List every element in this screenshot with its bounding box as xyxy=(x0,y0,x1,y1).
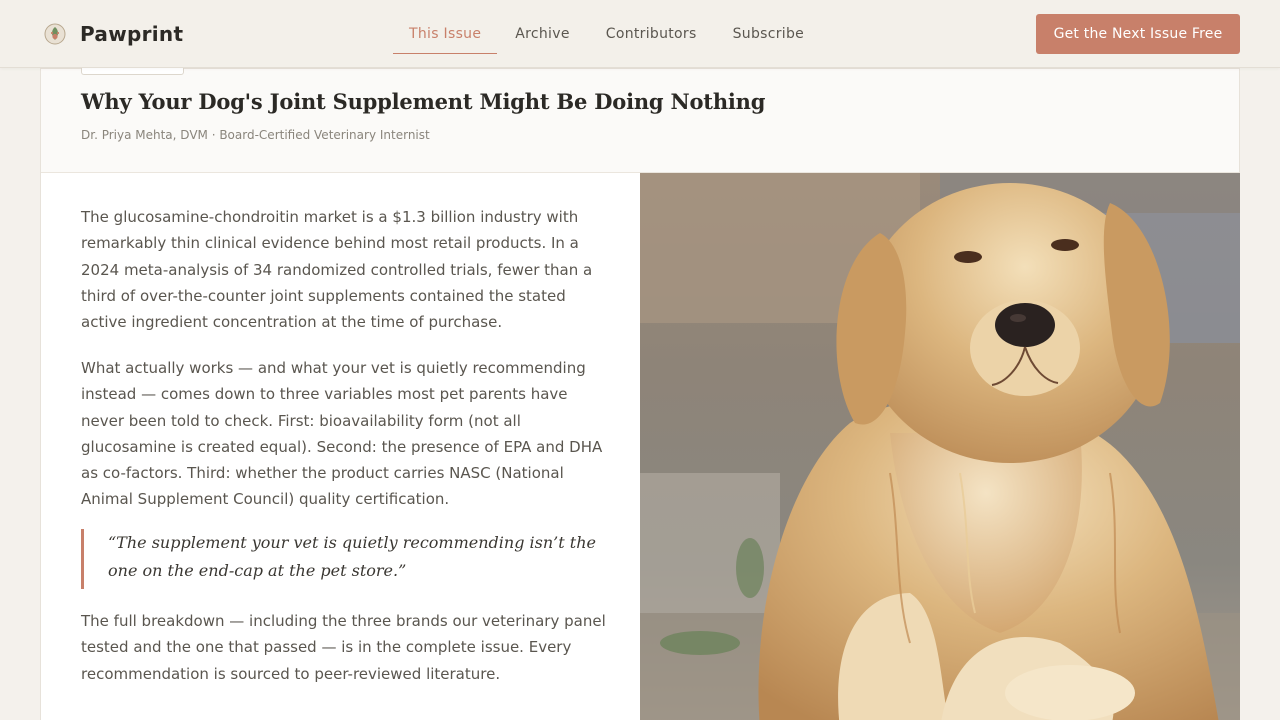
article-paragraph: The glucosamine-chondroitin market is a … xyxy=(81,208,593,332)
article-title: Why Your Dog's Joint Supplement Might Be… xyxy=(81,89,766,114)
main-nav: This Issue Archive Contributors Subscrib… xyxy=(393,14,822,54)
article-paragraph: The full breakdown — including the three… xyxy=(81,612,606,683)
pull-quote: “The supplement your vet is quietly reco… xyxy=(81,529,611,589)
article-paragraph: What actually works — and what your vet … xyxy=(81,359,603,509)
paw-leaf-logo-icon xyxy=(44,23,66,45)
brand-name: Pawprint xyxy=(80,22,184,46)
get-next-issue-button[interactable]: Get the Next Issue Free xyxy=(1036,14,1240,54)
nav-subscribe[interactable]: Subscribe xyxy=(715,14,822,54)
nav-contributors[interactable]: Contributors xyxy=(588,14,715,54)
article-card: Why Your Dog's Joint Supplement Might Be… xyxy=(40,65,1240,720)
article-body: The glucosamine-chondroitin market is a … xyxy=(41,173,640,720)
brand[interactable]: Pawprint xyxy=(44,20,183,48)
author-byline: Dr. Priya Mehta, DVM · Board-Certified V… xyxy=(81,128,430,142)
site-header: Pawprint This Issue Archive Contributors… xyxy=(0,0,1280,68)
article-header: Why Your Dog's Joint Supplement Might Be… xyxy=(41,65,1239,173)
nav-this-issue[interactable]: This Issue xyxy=(393,14,498,54)
nav-archive[interactable]: Archive xyxy=(497,14,587,54)
golden-retriever-photo xyxy=(640,173,1240,720)
